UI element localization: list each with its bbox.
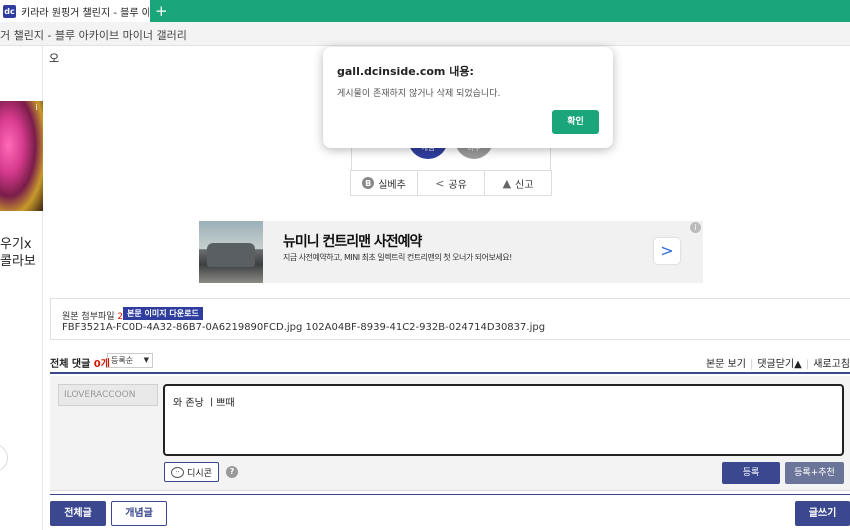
ad-subtitle: 지금 사전예약하고, MINI 최초 일렉트릭 컨트리맨의 첫 오너가 되어보세… <box>283 253 512 262</box>
action-label: 신고 <box>515 179 534 191</box>
comment-textarea[interactable]: 와 존낭 ㅣ쁘때 <box>163 384 844 456</box>
window-title-bar: 거 챌린지 - 블루 아카이브 마이너 갤러리 <box>0 22 850 46</box>
attachment-files[interactable]: FBF3521A-FC0D-4A32-86B7-0A6219890FCD.jpg… <box>62 322 545 333</box>
report-button[interactable]: ▲ 신고 <box>485 171 551 195</box>
chevron-down-icon: ▼ <box>143 356 149 364</box>
b-icon: B <box>362 177 375 189</box>
sidebar-text-line: 우기x <box>0 237 32 252</box>
close-comments-link[interactable]: 댓글닫기▲ <box>757 359 802 370</box>
best-recommend-button[interactable]: B 실베추 <box>351 171 418 195</box>
dialog-message: 게시물이 존재하지 않거나 삭제 되었습니다. <box>337 89 501 99</box>
post-text-fragment: 오 <box>49 52 60 65</box>
ad-info-icon[interactable]: i <box>690 222 701 233</box>
dccon-button[interactable]: ·· 디시콘 <box>164 462 219 482</box>
sidebar-scroll-button[interactable] <box>0 444 8 472</box>
comment-sort-select[interactable]: 등록순 ▼ <box>107 353 153 368</box>
sidebar-text-line: 콜라보 <box>0 254 36 269</box>
siren-icon: ▲ <box>502 176 512 190</box>
attachment-label-text: 원본 첨부파일 <box>62 312 115 322</box>
share-button[interactable]: < 공유 <box>418 171 485 195</box>
comment-header: 전체 댓글 0개 등록순 ▼ 본문 보기 | 댓글닫기▲ | 새로고침 <box>50 352 850 374</box>
chevron-right-icon[interactable]: > <box>654 238 680 264</box>
concept-posts-button[interactable]: 개념글 <box>111 501 167 526</box>
ad-banner[interactable]: 뉴미니 컨트리맨 사전예약 지금 사전예약하고, MINI 최초 일렉트릭 컨트… <box>199 221 703 283</box>
attachment-label: 원본 첨부파일 2 <box>62 309 123 322</box>
comment-write-area: ILOVERACCOON 와 존낭 ㅣ쁘때 ·· 디시콘 ? 등록 등록+추천 <box>50 376 850 491</box>
register-button[interactable]: 등록 <box>722 462 780 484</box>
comment-sort-value: 등록순 <box>111 356 134 365</box>
dccon-label: 디시콘 <box>187 468 212 479</box>
action-label: 실베추 <box>378 179 406 191</box>
new-tab-button[interactable]: + <box>155 1 168 21</box>
post-action-row: B 실베추 < 공유 ▲ 신고 <box>350 170 552 196</box>
alert-dialog: gall.dcinside.com 내용: 게시물이 존재하지 않거나 삭제 되… <box>323 47 613 148</box>
dc-favicon-icon: dc <box>3 4 16 18</box>
browser-tab[interactable]: dc 키라라 원핑거 챌린지 - 블루 아카이브 <box>0 0 150 22</box>
sidebar-ad-text[interactable]: 우기x 콜라보 <box>0 236 43 270</box>
sidebar-ad-image[interactable] <box>0 101 43 211</box>
help-icon[interactable]: ? <box>226 466 238 478</box>
dialog-title: gall.dcinside.com 내용: <box>337 65 474 78</box>
nickname-field[interactable]: ILOVERACCOON <box>58 384 158 406</box>
attachment-box: 원본 첨부파일 2 본문 이미지 다운로드 FBF3521A-FC0D-4A32… <box>50 298 850 340</box>
view-body-link[interactable]: 본문 보기 <box>706 359 746 370</box>
left-sidebar: i 우기x 콜라보 <box>0 46 43 530</box>
all-posts-button[interactable]: 전체글 <box>50 501 106 526</box>
share-icon: < <box>435 176 445 190</box>
image-download-button[interactable]: 본문 이미지 다운로드 <box>123 307 203 320</box>
browser-tab-bar: dc 키라라 원핑거 챌린지 - 블루 아카이브 + <box>0 0 850 22</box>
comment-total: 전체 댓글 0개 <box>50 355 110 370</box>
tab-title: 키라라 원핑거 챌린지 - 블루 아카이브 <box>21 7 149 19</box>
window-title: 거 챌린지 - 블루 아카이브 마이너 갤러리 <box>0 29 187 42</box>
register-recommend-button[interactable]: 등록+추천 <box>785 462 844 484</box>
dialog-ok-button[interactable]: 확인 <box>552 110 599 134</box>
comment-total-label: 전체 댓글 <box>50 359 91 370</box>
comment-controls: 본문 보기 | 댓글닫기▲ | 새로고침 <box>705 359 850 370</box>
action-label: 공유 <box>448 179 467 191</box>
ad-info-icon[interactable]: i <box>32 103 41 112</box>
ad-title: 뉴미니 컨트리맨 사전예약 <box>283 234 422 250</box>
dccon-face-icon: ·· <box>171 466 185 478</box>
bottom-divider <box>50 494 850 495</box>
write-button[interactable]: 글쓰기 <box>795 501 850 526</box>
ad-car-image <box>199 221 263 283</box>
refresh-link[interactable]: 새로고침 <box>813 359 850 370</box>
